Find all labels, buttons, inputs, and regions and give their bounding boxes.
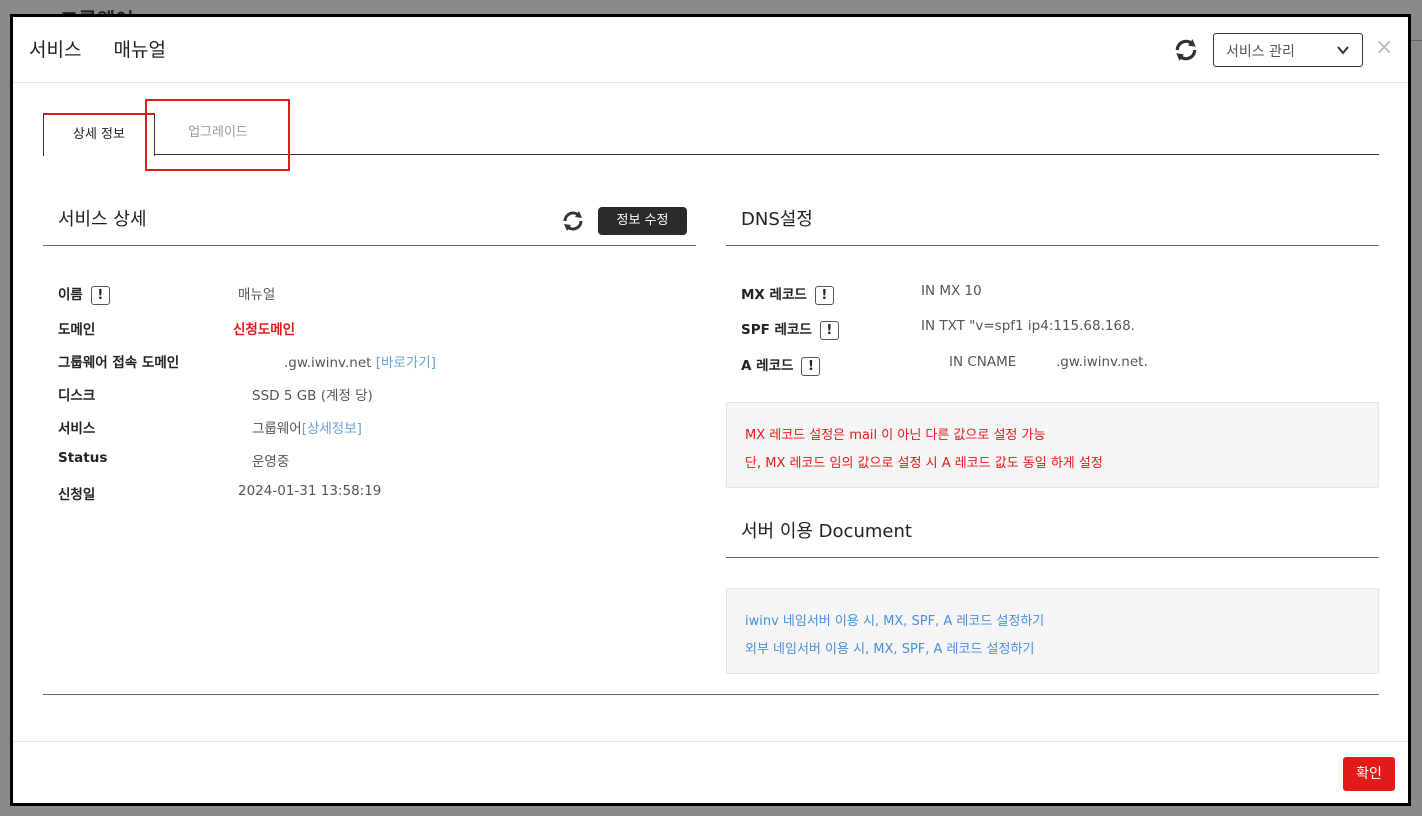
modal-title-service: 서비스 (29, 39, 82, 61)
info-exclamation-icon[interactable]: ! (819, 320, 839, 340)
detail-value-gw-domain: .gw.iwinv.net [바로가기] (284, 355, 436, 371)
close-icon[interactable]: × (1375, 35, 1393, 60)
detail-info-link[interactable]: [상세정보] (302, 421, 362, 437)
dns-label-spf: SPF 레코드! (741, 318, 839, 340)
dns-label-a: A 레코드! (741, 354, 821, 376)
detail-label-name: 이름! (58, 283, 110, 305)
modal-title-name: 매뉴얼 (113, 39, 166, 61)
detail-label-status: Status (58, 450, 108, 466)
dns-value-a: IN CNAME (949, 354, 1017, 370)
modal-title: 서비스 매뉴얼 (29, 35, 192, 62)
document-links-box: iwinv 네임서버 이용 시, MX, SPF, A 레코드 설정하기 외부 … (726, 588, 1379, 674)
confirm-button[interactable]: 확인 (1343, 757, 1395, 791)
document-link-external[interactable]: 외부 네임서버 이용 시, MX, SPF, A 레코드 설정하기 (745, 638, 1034, 657)
detail-label-disk: 디스크 (58, 388, 96, 404)
dns-value-mx: IN MX 10 (921, 283, 982, 299)
service-manage-select-value: 서비스 관리 (1226, 44, 1295, 60)
document-divider (726, 557, 1379, 558)
upgrade-tab-highlight (145, 99, 290, 171)
detail-value-domain: 신청도메인 (233, 322, 296, 338)
detail-value-date: 2024-01-31 13:58:19 (238, 483, 382, 499)
edit-info-button[interactable]: 정보 수정 (598, 207, 687, 235)
tab-detail[interactable]: 상세 정보 (43, 113, 155, 156)
dns-title: DNS설정 (741, 209, 813, 230)
info-exclamation-icon[interactable]: ! (801, 356, 821, 376)
detail-value-service: 그룹웨어[상세정보] (252, 421, 362, 437)
info-exclamation-icon[interactable]: ! (90, 285, 110, 305)
detail-value-disk: SSD 5 GB (계정 당) (252, 388, 373, 404)
refresh-icon[interactable] (561, 209, 585, 233)
service-detail-title: 서비스 상세 (58, 209, 147, 230)
service-manage-select[interactable]: 서비스 관리 (1213, 33, 1363, 67)
detail-label-gw-domain: 그룹웨어 접속 도메인 (58, 355, 180, 371)
content-bottom-divider (43, 694, 1379, 695)
backdrop-divider (1410, 40, 1422, 41)
dns-notice-line-1: MX 레코드 설정은 mail 이 아닌 다른 값으로 설정 가능 (745, 428, 1046, 443)
service-modal: 서비스 매뉴얼 서비스 관리 × 상세 정보 업그레이드 서비스 상세 정보 수… (10, 14, 1411, 806)
detail-label-service: 서비스 (58, 421, 96, 437)
detail-value-status: 운영중 (252, 454, 290, 470)
detail-value-name: 매뉴얼 (238, 287, 276, 303)
modal-header: 서비스 매뉴얼 서비스 관리 × (13, 17, 1408, 83)
document-link-iwinv[interactable]: iwinv 네임서버 이용 시, MX, SPF, A 레코드 설정하기 (745, 610, 1044, 629)
dns-notice-line-2: 단, MX 레코드 임의 값으로 설정 시 A 레코드 값도 동일 하게 설정 (745, 456, 1103, 471)
chevron-down-icon (1337, 46, 1349, 55)
refresh-icon[interactable] (1173, 37, 1199, 63)
dns-value-spf: IN TXT "v=spf1 ip4:115.68.168. (921, 318, 1135, 334)
goto-link[interactable]: [바로가기] (376, 355, 436, 371)
document-title: 서버 이용 Document (741, 521, 912, 542)
dns-divider (726, 245, 1379, 246)
dns-value-a-target: .gw.iwinv.net. (1056, 354, 1148, 370)
dns-label-mx: MX 레코드! (741, 283, 834, 305)
detail-label-domain: 도메인 (58, 322, 96, 338)
footer-divider (13, 741, 1408, 742)
info-exclamation-icon[interactable]: ! (814, 285, 834, 305)
detail-label-date: 신청일 (58, 487, 96, 503)
dns-notice-box: MX 레코드 설정은 mail 이 아닌 다른 값으로 설정 가능 단, MX … (726, 402, 1379, 488)
service-detail-divider (43, 245, 696, 246)
